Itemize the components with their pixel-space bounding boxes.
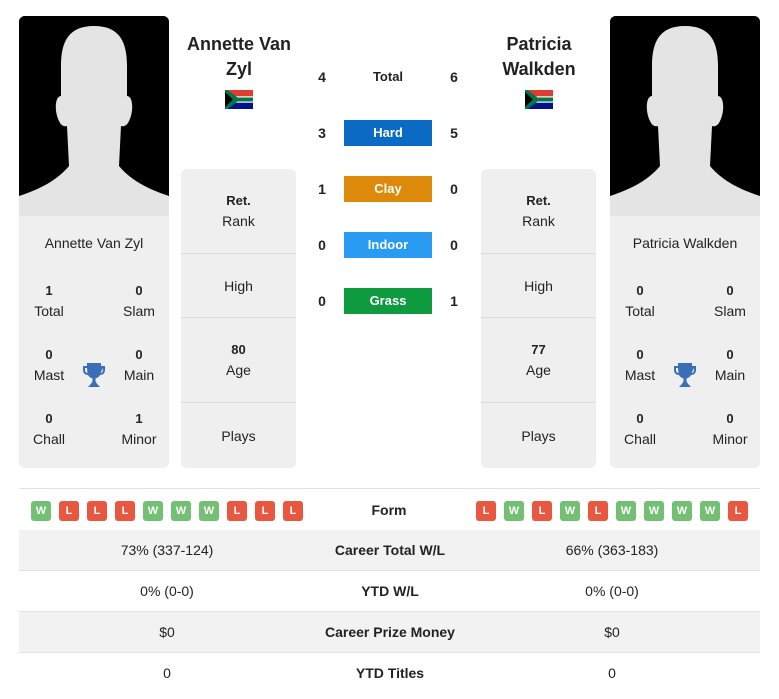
silhouette-icon [610,16,760,216]
h2h-clay-row: 1 Clay 0 [310,176,470,202]
h2h-hard-row: 3 Hard 5 [310,120,470,146]
form-loss-badge[interactable]: L [115,501,135,521]
player-name-link[interactable]: Patricia Walkden [474,32,604,82]
titles-slam: 0 Slam [714,283,746,319]
form-win-badge[interactable]: W [616,501,636,521]
form-badges-right: LWLWLWWWWL [476,501,748,521]
form-loss-badge[interactable]: L [728,501,748,521]
surface-hard-badge[interactable]: Hard [344,120,432,146]
trophy-icon [674,363,696,387]
high-row: High [181,254,296,318]
high-row: High [481,254,596,318]
rank-row: Ret. Rank [481,169,596,254]
h2h-indoor-row: 0 Indoor 0 [310,232,470,258]
titles-minor: 1 Minor [121,411,157,447]
form-badges-left: WLLLWWWLLL [31,501,303,521]
titles-grid: 0 Total 0 Slam 0 Mast 0 Main 0 Chall 0 M… [610,255,760,455]
player-header-left: Annette Van Zyl [174,32,304,109]
south-africa-flag-icon [525,90,553,109]
player-header-right: Patricia Walkden [474,32,604,109]
form-win-badge[interactable]: W [672,501,692,521]
player-photo-right[interactable] [610,16,760,216]
form-loss-badge[interactable]: L [255,501,275,521]
player-card-right: Patricia Walkden 0 Total 0 Slam 0 Mast 0… [610,16,760,468]
titles-main: 0 Main [123,347,155,383]
silhouette-icon [19,16,169,216]
stat-row-prize-money: $0 Career Prize Money $0 [19,612,760,653]
form-loss-badge[interactable]: L [227,501,247,521]
player-photo-left[interactable] [19,16,169,216]
titles-minor: 0 Minor [712,411,748,447]
surface-clay-badge[interactable]: Clay [344,176,432,202]
player-card-name: Patricia Walkden [632,235,738,251]
form-win-badge[interactable]: W [199,501,219,521]
form-win-badge[interactable]: W [171,501,191,521]
player-name-link[interactable]: Annette Van Zyl [174,32,304,82]
player-info-left: Ret. Rank High 80 Age Plays [181,169,296,468]
form-win-badge[interactable]: W [504,501,524,521]
form-win-badge[interactable]: W [700,501,720,521]
surface-grass-badge[interactable]: Grass [344,288,432,314]
south-africa-flag-icon [225,90,253,109]
age-row: 77 Age [481,318,596,403]
titles-grid: 1 Total 0 Slam 0 Mast 0 Main 0 Chall 1 M… [19,255,169,455]
form-row: WLLLWWWLLL Form LWLWLWWWWL [19,488,760,531]
form-loss-badge[interactable]: L [59,501,79,521]
titles-slam: 0 Slam [123,283,155,319]
titles-chall: 0 Chall [624,411,656,447]
titles-chall: 0 Chall [33,411,65,447]
h2h-grass-row: 0 Grass 1 [310,288,470,314]
h2h-total-label: Total [372,69,404,84]
form-label: Form [371,502,407,518]
form-win-badge[interactable]: W [560,501,580,521]
titles-main: 0 Main [714,347,746,383]
plays-row: Plays [521,427,556,444]
player-card-name: Annette Van Zyl [44,235,144,251]
stat-row-ytd-wl: 0% (0-0) YTD W/L 0% (0-0) [19,571,760,612]
titles-total: 0 Total [625,283,655,319]
rank-row: Ret. Rank [181,169,296,254]
plays-row: Plays [221,427,256,444]
form-loss-badge[interactable]: L [283,501,303,521]
trophy-icon [83,363,105,387]
stat-row-career-wl: 73% (337-124) Career Total W/L 66% (363-… [19,530,760,571]
player-info-right: Ret. Rank High 77 Age Plays [481,169,596,468]
form-win-badge[interactable]: W [644,501,664,521]
surface-indoor-badge[interactable]: Indoor [344,232,432,258]
titles-mast: 0 Mast [624,347,656,383]
titles-mast: 0 Mast [33,347,65,383]
stat-row-ytd-titles: 0 YTD Titles 0 [163,665,616,681]
player-card-left: Annette Van Zyl 1 Total 0 Slam 0 Mast 0 … [19,16,169,468]
form-loss-badge[interactable]: L [588,501,608,521]
form-loss-badge[interactable]: L [476,501,496,521]
form-loss-badge[interactable]: L [87,501,107,521]
h2h-total-row: 4 Total 6 [310,64,470,90]
form-loss-badge[interactable]: L [532,501,552,521]
age-row: 80 Age [181,318,296,403]
form-win-badge[interactable]: W [31,501,51,521]
titles-total: 1 Total [34,283,64,319]
form-win-badge[interactable]: W [143,501,163,521]
